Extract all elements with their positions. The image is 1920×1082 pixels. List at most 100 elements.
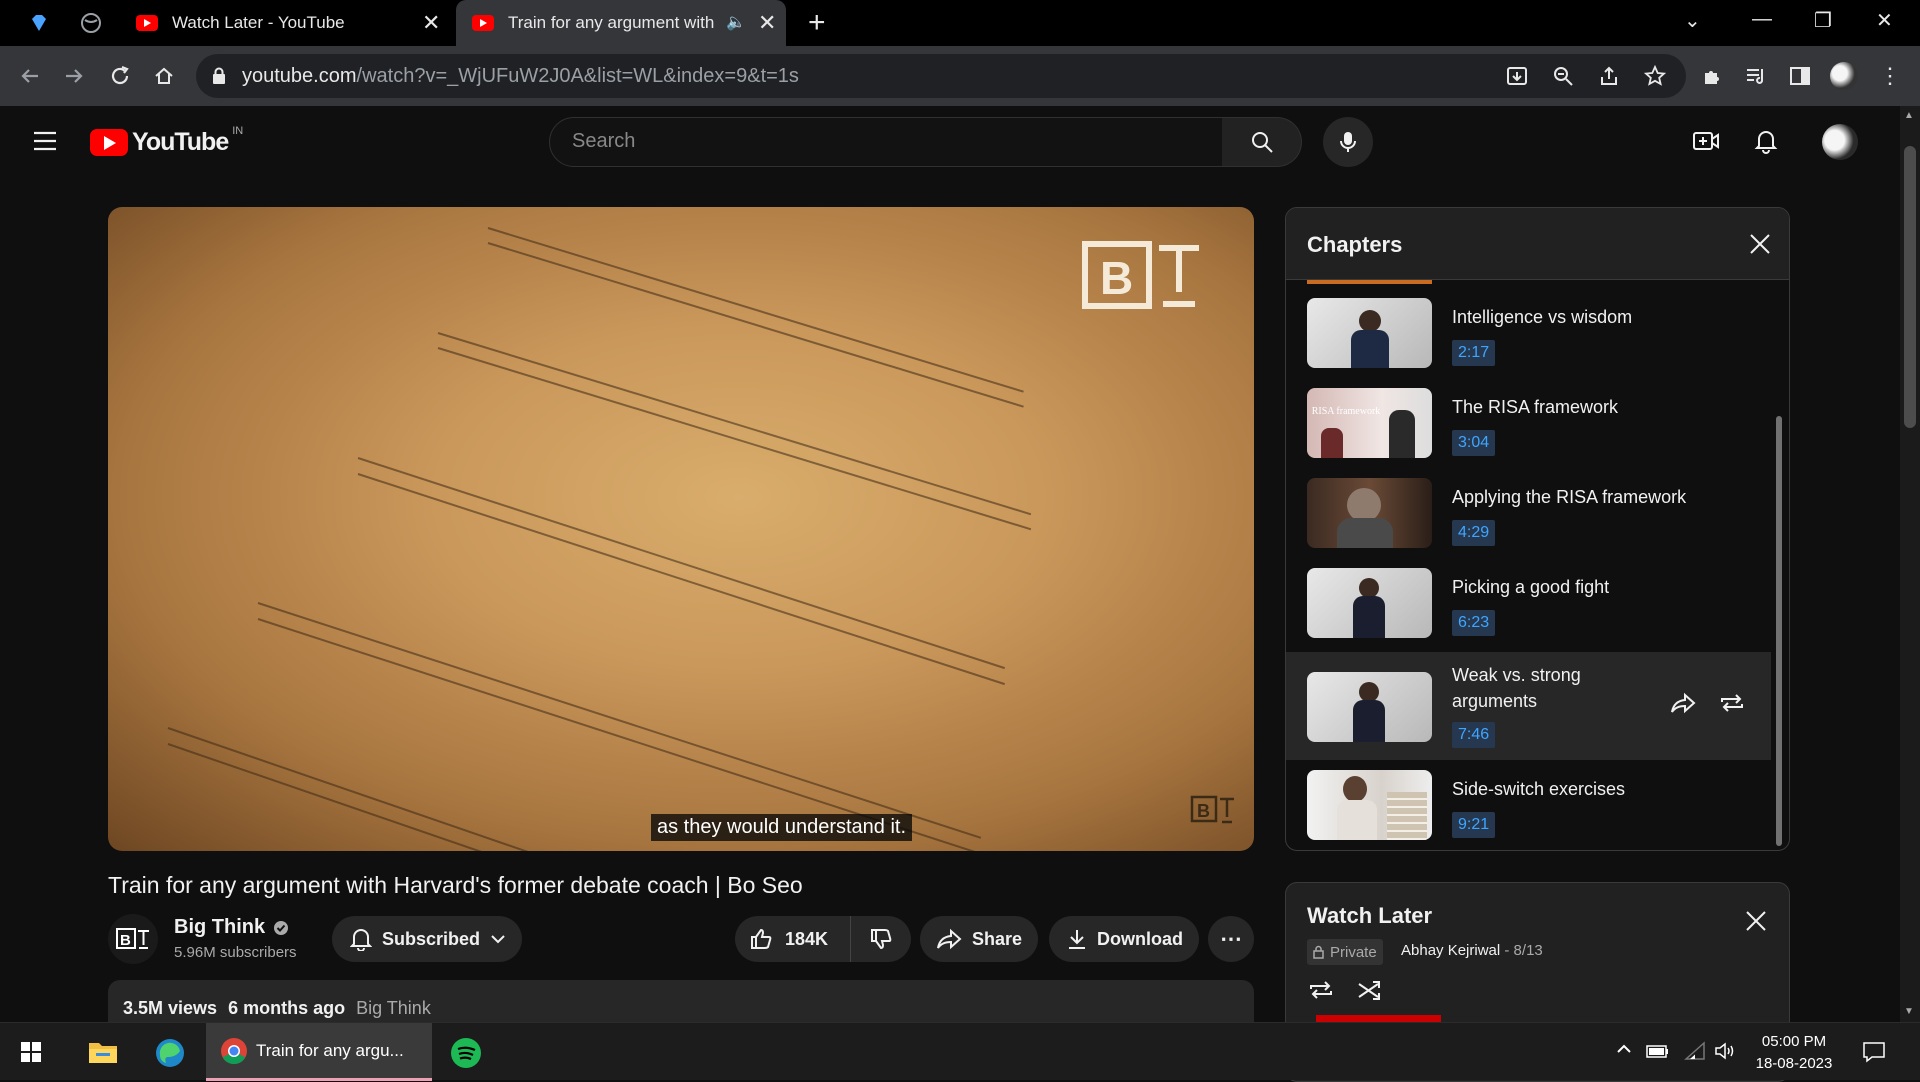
search-box[interactable]: [549, 117, 1223, 167]
channel-avatar[interactable]: B: [108, 914, 158, 964]
chapter-item[interactable]: Side-switch exercises 9:21: [1286, 760, 1771, 850]
download-button[interactable]: Download: [1049, 916, 1199, 962]
close-tab-icon[interactable]: ✕: [758, 10, 776, 36]
chapters-panel: Chapters Intelligence vs wisdom 2:17 RIS…: [1285, 207, 1790, 851]
edge-browser-icon[interactable]: [154, 1037, 186, 1069]
taskbar-chrome-button[interactable]: Train for any argu...: [206, 1023, 432, 1081]
notifications-bell-icon[interactable]: [1754, 128, 1778, 154]
search-button[interactable]: [1222, 117, 1302, 167]
extensions-icon[interactable]: [1696, 60, 1728, 92]
chapter-timestamp[interactable]: 6:23: [1452, 610, 1496, 636]
file-explorer-icon[interactable]: [88, 1039, 118, 1065]
hamburger-menu-icon[interactable]: [32, 130, 58, 152]
close-chapters-icon[interactable]: [1748, 232, 1772, 256]
back-icon[interactable]: [14, 60, 46, 92]
share-arrow-icon: [936, 928, 962, 950]
reload-icon[interactable]: [104, 60, 136, 92]
bookmark-star-icon[interactable]: [1644, 65, 1666, 87]
search-input[interactable]: [572, 130, 1172, 153]
chevron-down-icon: [490, 934, 506, 944]
chapter-partial-thumb: [1307, 280, 1432, 284]
windows-start-icon[interactable]: [20, 1041, 42, 1063]
lock-icon[interactable]: [212, 67, 226, 85]
side-panel-icon[interactable]: [1784, 60, 1816, 92]
chapter-item[interactable]: Intelligence vs wisdom 2:17: [1286, 288, 1771, 378]
tab-search-icon[interactable]: ⌄: [1684, 8, 1701, 33]
view-count: 3.5M views: [123, 998, 218, 1018]
subscribed-button[interactable]: Subscribed: [332, 916, 522, 962]
account-avatar[interactable]: [1822, 124, 1858, 160]
microphone-icon: [1337, 130, 1359, 154]
share-label: Share: [972, 928, 1023, 949]
clock[interactable]: 05:00 PM 18-08-2023: [1752, 1031, 1836, 1075]
tab-watch-later[interactable]: Watch Later - YouTube ✕: [136, 0, 448, 46]
address-bar[interactable]: youtube.com/watch?v=_WjUFuW2J0A&list=WL&…: [196, 54, 1686, 98]
voice-search-button[interactable]: [1323, 117, 1373, 167]
close-window-icon[interactable]: ✕: [1876, 8, 1893, 33]
restore-icon[interactable]: ❐: [1814, 8, 1832, 33]
loop-chapter-icon[interactable]: [1718, 692, 1746, 714]
svg-text:B: B: [1197, 801, 1210, 821]
chapter-timestamp[interactable]: 3:04: [1452, 430, 1496, 456]
tab-watch-later-label: Watch Later - YouTube: [172, 13, 345, 32]
spotify-icon[interactable]: [450, 1037, 482, 1069]
chapter-timestamp[interactable]: 7:46: [1452, 722, 1496, 748]
share-chapter-icon[interactable]: [1670, 692, 1696, 714]
dislike-button[interactable]: [851, 916, 911, 962]
playlist-owner[interactable]: Abhay Kejriwal: [1401, 942, 1500, 959]
minimize-icon[interactable]: —: [1752, 8, 1772, 31]
thumbs-up-icon: [749, 927, 773, 951]
share-page-icon[interactable]: [1598, 65, 1620, 87]
chapter-item[interactable]: Picking a good fight 6:23: [1286, 558, 1771, 648]
chapter-timestamp[interactable]: 2:17: [1452, 340, 1496, 366]
url-text[interactable]: youtube.com/watch?v=_WjUFuW2J0A&list=WL&…: [242, 65, 799, 88]
battery-icon[interactable]: [1646, 1043, 1670, 1059]
close-tab-icon[interactable]: ✕: [422, 10, 440, 36]
chapter-title: Intelligence vs wisdom: [1452, 307, 1633, 327]
like-button[interactable]: 184K: [735, 916, 851, 962]
loop-playlist-icon[interactable]: [1307, 979, 1335, 1001]
forward-icon[interactable]: [58, 60, 90, 92]
region-code: IN: [232, 124, 244, 137]
page-scrollbar-thumb[interactable]: [1904, 146, 1916, 428]
channel-name[interactable]: Big Think: [174, 916, 289, 939]
page-scrollbar[interactable]: ▲ ▼: [1900, 106, 1920, 1022]
globe-tab-icon[interactable]: [80, 12, 102, 34]
taskbar-chrome-label: Train for any argu...: [256, 1040, 404, 1060]
chapter-thumbnail: [1307, 770, 1432, 840]
playlist-position: - 8/13: [1504, 942, 1543, 959]
share-button[interactable]: Share: [920, 916, 1038, 962]
more-actions-button[interactable]: ⋯: [1208, 916, 1254, 962]
media-control-icon[interactable]: [1740, 60, 1772, 92]
description-channel-link[interactable]: Big Think: [356, 998, 431, 1018]
youtube-logo[interactable]: YouTube IN: [90, 124, 244, 157]
chapter-item[interactable]: RISA framework The RISA framework 3:04: [1286, 378, 1771, 468]
chapter-timestamp[interactable]: 4:29: [1452, 520, 1496, 546]
diamond-icon[interactable]: [28, 12, 50, 34]
wifi-icon[interactable]: [1684, 1041, 1706, 1061]
video-player[interactable]: B B as they would understand it.: [108, 207, 1254, 851]
tab-train-argument[interactable]: Train for any argument with B 🔈 ✕: [456, 0, 786, 46]
create-video-icon[interactable]: [1692, 130, 1720, 152]
notification-center-icon[interactable]: [1862, 1041, 1886, 1063]
chapter-item[interactable]: Applying the RISA framework 4:29: [1286, 468, 1771, 558]
chrome-menu-icon[interactable]: ⋮: [1874, 60, 1906, 92]
chapters-scrollbar[interactable]: [1776, 416, 1782, 846]
channel-watermark-icon[interactable]: B: [1190, 795, 1238, 825]
volume-icon[interactable]: [1714, 1041, 1736, 1061]
speaker-mute-icon[interactable]: 🔈: [726, 12, 746, 32]
zoom-icon[interactable]: [1552, 65, 1574, 87]
chapter-item-active[interactable]: Weak vs. strong arguments 7:46: [1286, 652, 1771, 760]
install-app-icon[interactable]: [1506, 65, 1528, 87]
shuffle-icon[interactable]: [1356, 979, 1384, 1001]
video-caption: as they would understand it.: [651, 814, 913, 841]
youtube-header: YouTube IN: [0, 106, 1900, 178]
close-playlist-icon[interactable]: [1744, 909, 1768, 933]
watch-later-heading[interactable]: Watch Later: [1307, 903, 1432, 929]
new-tab-button[interactable]: +: [808, 6, 826, 40]
profile-avatar[interactable]: [1828, 60, 1860, 92]
chapter-timestamp[interactable]: 9:21: [1452, 812, 1496, 838]
home-icon[interactable]: [148, 60, 180, 92]
privacy-label: Private: [1330, 943, 1377, 961]
tray-chevron-up-icon[interactable]: [1616, 1043, 1632, 1055]
